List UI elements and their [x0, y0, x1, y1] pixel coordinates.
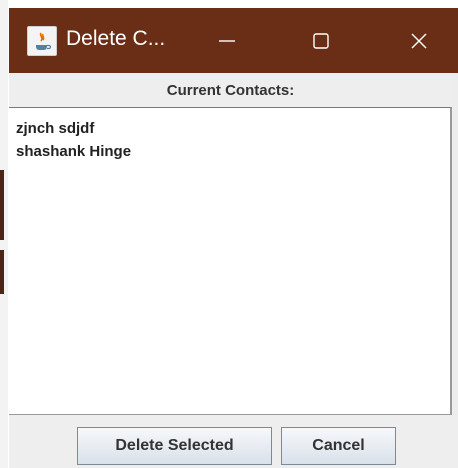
- cancel-button[interactable]: Cancel: [281, 427, 396, 465]
- window-title: Delete C...: [66, 27, 166, 50]
- title-bar[interactable]: Delete C...: [9, 8, 458, 73]
- java-icon: [27, 26, 57, 56]
- contacts-list[interactable]: zjnch sdjdf shashank Hinge: [9, 107, 452, 415]
- background-window-strip: [0, 250, 4, 294]
- minimize-icon: [219, 39, 235, 42]
- maximize-icon: [313, 32, 329, 49]
- close-button[interactable]: [384, 8, 454, 73]
- background-window-strip: [0, 170, 4, 240]
- minimize-button[interactable]: [192, 8, 262, 73]
- close-icon: [411, 33, 427, 48]
- delete-contact-dialog: Delete C... Current Contacts: zjnch sdjd…: [9, 8, 458, 468]
- delete-selected-button[interactable]: Delete Selected: [77, 427, 272, 465]
- list-item[interactable]: shashank Hinge: [9, 140, 450, 163]
- contacts-heading: Current Contacts:: [9, 73, 452, 107]
- maximize-button[interactable]: [286, 8, 356, 73]
- list-item[interactable]: zjnch sdjdf: [9, 117, 450, 140]
- background-window-edge: [0, 0, 8, 468]
- button-bar: Delete Selected Cancel: [9, 416, 458, 468]
